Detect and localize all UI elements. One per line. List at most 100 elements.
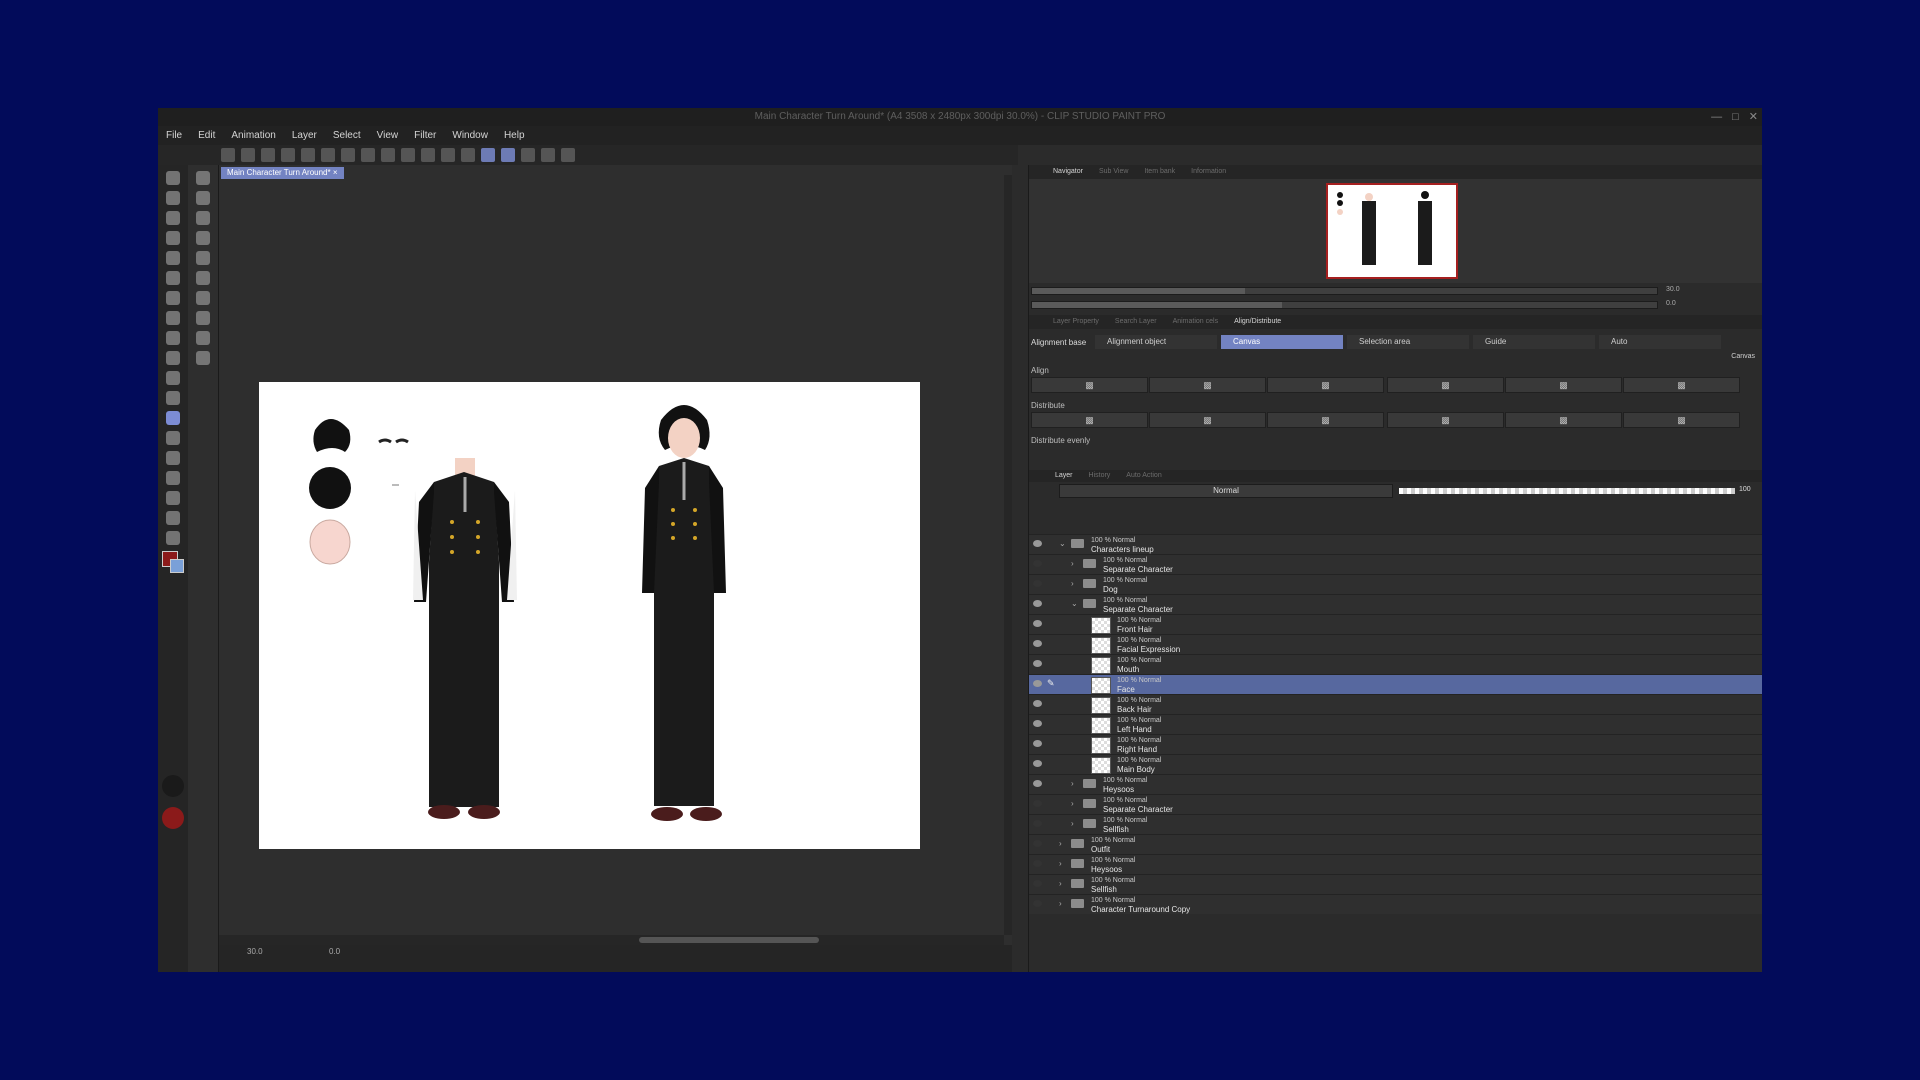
balloon-tool-icon[interactable] [166, 471, 180, 485]
layer-row[interactable]: 100 % Normal Back Hair [1029, 694, 1762, 714]
subtool-sync-icon[interactable] [196, 211, 210, 225]
snap-grid-icon[interactable] [501, 148, 515, 162]
visibility-eye-icon[interactable] [1033, 900, 1042, 907]
text-tool-icon[interactable] [166, 451, 180, 465]
settings-icon[interactable] [341, 148, 355, 162]
distribute-bottom-button[interactable]: ▩ [1267, 412, 1384, 428]
operation-tool-icon[interactable] [166, 411, 180, 425]
navigator-preview[interactable] [1029, 179, 1762, 283]
new-file-icon[interactable] [241, 148, 255, 162]
fill-icon[interactable] [381, 148, 395, 162]
lasso-tool-icon[interactable] [166, 351, 180, 365]
pencil-tool-icon[interactable] [166, 211, 180, 225]
collapse-chevron-icon[interactable]: ⌄ [1071, 600, 1078, 608]
canvas-horizontal-scrollbar[interactable] [219, 935, 1004, 945]
visibility-eye-icon[interactable] [1033, 700, 1042, 707]
pen-tool-icon[interactable] [166, 191, 180, 205]
layer-row[interactable]: 100 % Normal Right Hand [1029, 734, 1762, 754]
tab-auto-action[interactable]: Auto Action [1118, 470, 1169, 482]
layer-folder-row[interactable]: ⌄ 100 % Normal Separate Character [1029, 594, 1762, 614]
visibility-eye-icon[interactable] [1033, 840, 1042, 847]
scrollbar-thumb[interactable] [639, 937, 819, 943]
expand-chevron-icon[interactable]: › [1059, 840, 1062, 848]
move-tool-icon[interactable] [166, 291, 180, 305]
canvas-paper[interactable] [259, 382, 920, 849]
layer-folder-row[interactable]: › 100 % Normal Sellfish [1029, 874, 1762, 894]
tab-layer-property[interactable]: Layer Property [1045, 315, 1107, 329]
rotation-slider[interactable] [1031, 301, 1658, 309]
layer-folder-row[interactable]: › 100 % Normal Outfit [1029, 834, 1762, 854]
clear-icon[interactable] [361, 148, 375, 162]
close-icon[interactable]: ✕ [1749, 108, 1758, 126]
expand-chevron-icon[interactable]: › [1071, 580, 1074, 588]
subtool-book-icon[interactable] [196, 331, 210, 345]
visibility-eye-icon[interactable] [1033, 800, 1042, 807]
align-middle-button[interactable]: ▩ [1505, 377, 1622, 393]
subtool-adjust-icon[interactable] [196, 191, 210, 205]
layer-folder-row[interactable]: › 100 % Normal Separate Character [1029, 794, 1762, 814]
layer-row[interactable]: 100 % Normal Mouth [1029, 654, 1762, 674]
visibility-eye-icon[interactable] [1033, 880, 1042, 887]
tab-align-distribute[interactable]: Align/Distribute [1226, 315, 1289, 329]
hand-tool-icon[interactable] [166, 511, 180, 525]
tab-animation-cels[interactable]: Animation cels [1165, 315, 1227, 329]
visibility-eye-icon[interactable] [1033, 680, 1042, 687]
option-canvas[interactable]: Canvas [1221, 335, 1343, 349]
option-selection-area[interactable]: Selection area [1347, 335, 1469, 349]
canvas-vertical-scrollbar[interactable] [1004, 175, 1012, 935]
layer-row[interactable]: 100 % Normal Front Hair [1029, 614, 1762, 634]
distribute-center-button[interactable]: ▩ [1149, 412, 1266, 428]
expand-chevron-icon[interactable]: › [1071, 780, 1074, 788]
menu-layer[interactable]: Layer [284, 126, 325, 145]
option-guide[interactable]: Guide [1473, 335, 1595, 349]
visibility-eye-icon[interactable] [1033, 580, 1042, 587]
tab-layer[interactable]: Layer [1047, 470, 1081, 482]
navigator-rotation-value[interactable]: 0.0 [1666, 300, 1676, 307]
tab-search-layer[interactable]: Search Layer [1107, 315, 1165, 329]
menu-filter[interactable]: Filter [406, 126, 444, 145]
visibility-eye-icon[interactable] [1033, 780, 1042, 787]
device-icon[interactable] [541, 148, 555, 162]
tab-information[interactable]: Information [1183, 165, 1234, 179]
tab-sub-view[interactable]: Sub View [1091, 165, 1136, 179]
clip-studio-icon[interactable] [221, 148, 235, 162]
distribute-middle-button[interactable]: ▩ [1505, 412, 1622, 428]
opacity-value[interactable]: 100 [1739, 486, 1751, 493]
maximize-icon[interactable]: □ [1732, 108, 1739, 126]
subtool-stamp-icon[interactable] [196, 231, 210, 245]
open-file-icon[interactable] [261, 148, 275, 162]
document-tab[interactable]: Main Character Turn Around* × [221, 167, 344, 179]
navigator-thumbnail[interactable] [1326, 183, 1458, 279]
align-center-button[interactable]: ▩ [1149, 377, 1266, 393]
tab-navigator[interactable]: Navigator [1045, 165, 1091, 179]
zoom-tool-icon[interactable] [166, 171, 180, 185]
layer-folder-row[interactable]: › 100 % Normal Character Turnaround Copy [1029, 894, 1762, 914]
visibility-eye-icon[interactable] [1033, 620, 1042, 627]
expand-chevron-icon[interactable]: › [1059, 900, 1062, 908]
subtool-pen-icon[interactable] [196, 171, 210, 185]
expand-chevron-icon[interactable]: › [1071, 820, 1074, 828]
invert-icon[interactable] [441, 148, 455, 162]
magic-wand-icon[interactable] [166, 371, 180, 385]
blend-tool-icon[interactable] [166, 271, 180, 285]
subtool-drop-icon[interactable] [196, 291, 210, 305]
menu-view[interactable]: View [369, 126, 407, 145]
brush-tool-icon[interactable] [166, 231, 180, 245]
visibility-eye-icon[interactable] [1033, 540, 1042, 547]
visibility-eye-icon[interactable] [1033, 720, 1042, 727]
redo-icon[interactable] [321, 148, 335, 162]
align-top-button[interactable]: ▩ [1387, 377, 1504, 393]
sub-color-swatch[interactable] [170, 559, 184, 573]
visibility-eye-icon[interactable] [1033, 860, 1042, 867]
align-right-button[interactable]: ▩ [1267, 377, 1384, 393]
visibility-eye-icon[interactable] [1033, 740, 1042, 747]
menu-animation[interactable]: Animation [223, 126, 283, 145]
snap-special-icon[interactable] [521, 148, 535, 162]
layer-folder-row[interactable]: › 100 % Normal Heysoos [1029, 854, 1762, 874]
visibility-eye-icon[interactable] [1033, 600, 1042, 607]
distribute-left-button[interactable]: ▩ [1387, 412, 1504, 428]
tab-history[interactable]: History [1081, 470, 1119, 482]
visibility-eye-icon[interactable] [1033, 820, 1042, 827]
subtool-layer-icon[interactable] [196, 311, 210, 325]
visibility-eye-icon[interactable] [1033, 760, 1042, 767]
